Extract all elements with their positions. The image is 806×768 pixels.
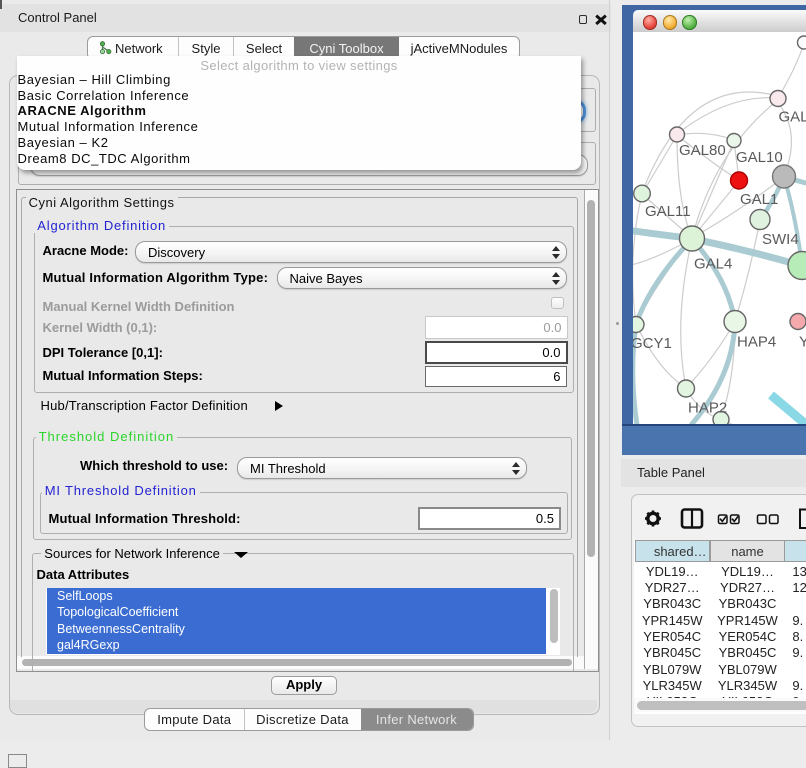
svg-text:GAL11: GAL11	[645, 203, 691, 220]
svg-text:GCY1: GCY1	[633, 335, 672, 352]
svg-text:GAL10: GAL10	[736, 149, 783, 166]
svg-text:SWI4: SWI4	[762, 231, 799, 248]
svg-text:HAP2: HAP2	[688, 399, 727, 416]
svg-text:HAP4: HAP4	[737, 333, 776, 350]
svg-text:Y: Y	[799, 333, 806, 350]
svg-text:GAL80: GAL80	[679, 142, 726, 159]
svg-text:GAL1: GAL1	[740, 191, 778, 208]
svg-text:GAL4: GAL4	[694, 255, 732, 272]
svg-text:GAL7: GAL7	[779, 108, 806, 125]
